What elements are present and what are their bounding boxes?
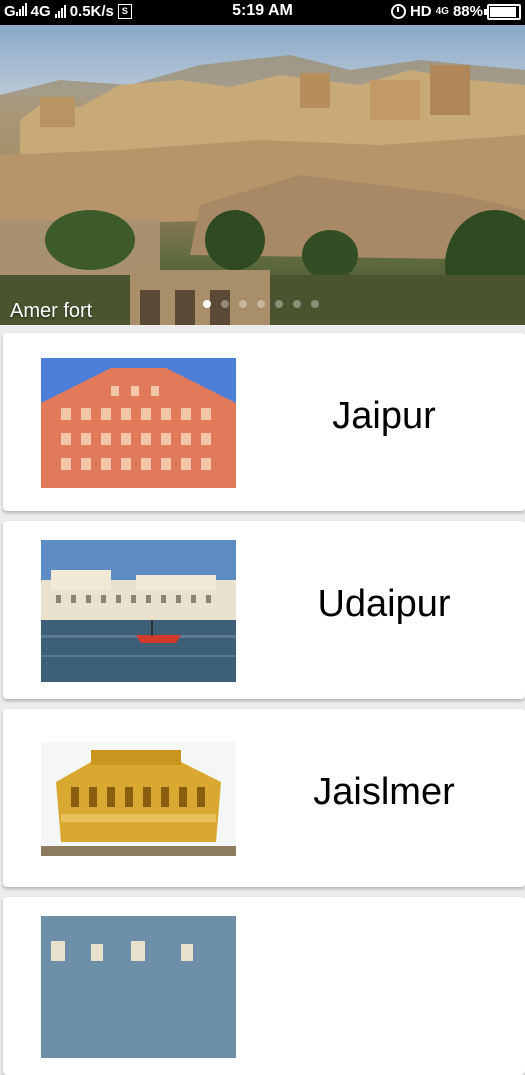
battery-icon: [484, 3, 521, 20]
city-card-jaipur[interactable]: Jaipur: [3, 333, 525, 511]
hero-carousel[interactable]: Amer fort: [0, 25, 525, 325]
hero-image: [0, 55, 525, 325]
city-thumbnail: [41, 916, 236, 1058]
carousel-dot[interactable]: [239, 300, 247, 308]
city-name: Jaipur: [332, 395, 436, 437]
alarm-icon: [390, 4, 406, 19]
carousel-dot[interactable]: [293, 300, 301, 308]
carousel-dot[interactable]: [311, 300, 319, 308]
carousel-dot[interactable]: [275, 300, 283, 308]
city-thumbnail: [41, 742, 236, 856]
carousel-dot[interactable]: [257, 300, 265, 308]
carousel-dot[interactable]: [221, 300, 229, 308]
battery-percent: 88%: [452, 3, 483, 20]
city-thumbnail: [41, 540, 236, 682]
carousel-indicator: [203, 300, 319, 308]
city-name: Udaipur: [317, 583, 451, 625]
status-bar: G 4G 0.5K/s S 5:19 AM HD 4G 88%: [0, 0, 525, 25]
city-thumbnail: [41, 358, 236, 488]
city-card-jaislmer[interactable]: Jaislmer: [3, 709, 525, 887]
city-card-udaipur[interactable]: Udaipur: [3, 521, 525, 699]
carousel-dot-active[interactable]: [203, 300, 211, 308]
network-4g-label: 4G: [435, 6, 449, 17]
city-card[interactable]: [3, 897, 525, 1075]
carousel-caption: Amer fort: [10, 300, 93, 322]
city-name: Jaislmer: [313, 771, 455, 813]
hd-label: HD: [409, 3, 432, 20]
